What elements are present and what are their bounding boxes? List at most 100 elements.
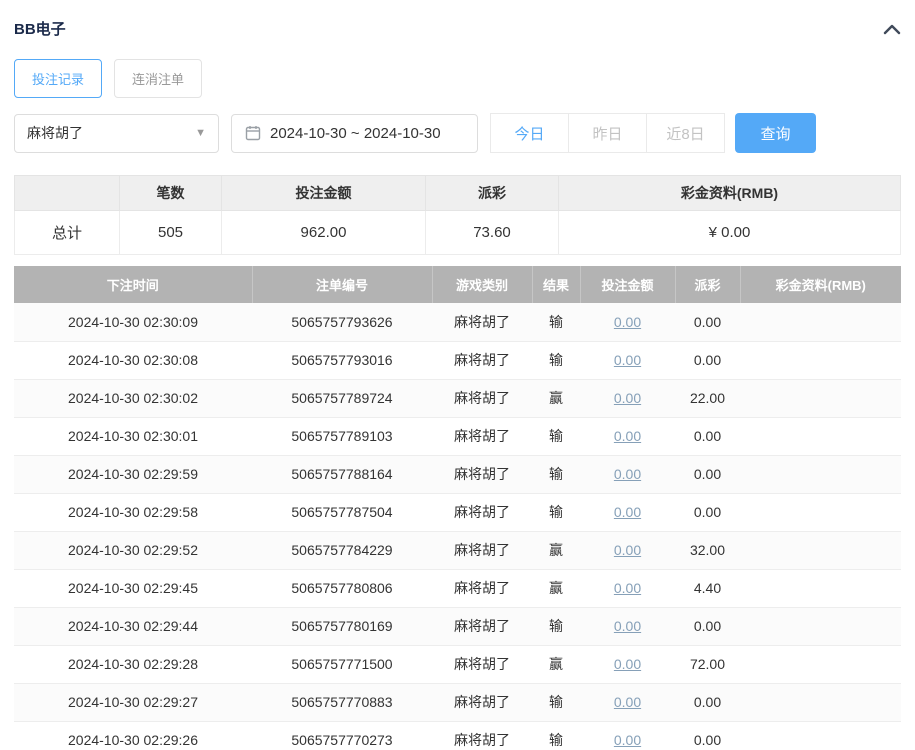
result-cell: 输 [532,607,580,646]
header-bet-amount: 投注金额 [580,266,676,303]
game-select-value: 麻将胡了 [27,125,83,141]
summary-total-bet-amount: 962.00 [221,210,426,255]
result-cell: 输 [532,455,580,494]
bet-amount-link[interactable]: 0.00 [614,542,641,558]
bet-amount-cell: 0.00 [580,417,675,456]
tab-chain-cancel-orders[interactable]: 连消注单 [114,59,203,98]
bonus-cell [740,531,901,570]
bonus-cell [740,645,901,684]
game-type-cell: 麻将胡了 [432,645,532,684]
order-id-cell: 5065757793016 [252,341,432,380]
table-row: 2024-10-30 02:29:58 5065757787504 麻将胡了输 0.0… [14,493,901,532]
bet-amount-cell: 0.00 [580,303,675,342]
summary-total-count: 505 [119,210,222,255]
table-row: 2024-10-30 02:29:28 5065757771500 麻将胡了赢 0.0… [14,645,901,684]
header-result: 结果 [532,266,581,303]
records-header-row: 下注时间 注单编号 游戏类别 结果 投注金额 派彩 彩金资料(RMB) [14,266,901,303]
result-cell: 输 [532,341,580,380]
result-cell: 赢 [532,531,580,570]
bet-time-cell: 2024-10-30 02:29:52 [14,531,252,570]
bet-amount-cell: 0.00 [580,455,675,494]
table-row: 2024-10-30 02:29:27 5065757770883 麻将胡了输 0.0… [14,683,901,722]
bet-time-cell: 2024-10-30 02:29:44 [14,607,252,646]
payout-cell: 22.00 [675,379,740,418]
payout-cell: 0.00 [675,341,740,380]
payout-cell: 0.00 [675,721,740,750]
table-row: 2024-10-30 02:30:02 5065757789724 麻将胡了赢 0.0… [14,379,901,418]
records-table: 下注时间 注单编号 游戏类别 结果 投注金额 派彩 彩金资料(RMB) 2024… [14,266,901,750]
table-row: 2024-10-30 02:29:44 5065757780169 麻将胡了输 0.0… [14,607,901,646]
calendar-icon [245,125,261,141]
bonus-cell [740,569,901,608]
summary-header-empty [14,175,120,211]
bet-amount-cell: 0.00 [580,607,675,646]
payout-cell: 72.00 [675,645,740,684]
bet-amount-link[interactable]: 0.00 [614,352,641,368]
result-cell: 赢 [532,645,580,684]
game-type-cell: 麻将胡了 [432,683,532,722]
bet-amount-link[interactable]: 0.00 [614,656,641,672]
bet-amount-cell: 0.00 [580,341,675,380]
bet-amount-link[interactable]: 0.00 [614,428,641,444]
bonus-cell [740,417,901,456]
game-type-cell: 麻将胡了 [432,455,532,494]
order-id-cell: 5065757787504 [252,493,432,532]
bet-time-cell: 2024-10-30 02:29:28 [14,645,252,684]
summary-table: 笔数 投注金额 派彩 彩金资料(RMB) 总计 505 962.00 73.60… [14,175,901,255]
payout-cell: 32.00 [675,531,740,570]
today-button[interactable]: 今日 [490,113,569,153]
tab-bet-records[interactable]: 投注记录 [14,59,103,98]
summary-total-bonus: ¥ 0.00 [558,210,901,255]
page-title: BB电子 [14,21,66,38]
summary-header-count: 笔数 [119,175,222,211]
last-8-days-button[interactable]: 近8日 [646,113,725,153]
summary-header-row: 笔数 投注金额 派彩 彩金资料(RMB) [14,175,901,211]
bet-amount-cell: 0.00 [580,379,675,418]
game-type-cell: 麻将胡了 [432,569,532,608]
table-row: 2024-10-30 02:29:59 5065757788164 麻将胡了输 0.0… [14,455,901,494]
bet-amount-link[interactable]: 0.00 [614,618,641,634]
yesterday-button[interactable]: 昨日 [568,113,647,153]
bet-time-cell: 2024-10-30 02:29:58 [14,493,252,532]
filter-bar: 麻将胡了 ▼ 2024-10-30 ~ 2024-10-30 今日 昨日 近8日… [14,113,901,153]
order-id-cell: 5065757788164 [252,455,432,494]
payout-cell: 4.40 [675,569,740,608]
result-cell: 输 [532,493,580,532]
bet-amount-link[interactable]: 0.00 [614,580,641,596]
bet-amount-link[interactable]: 0.00 [614,504,641,520]
payout-cell: 0.00 [675,455,740,494]
header-bet-time: 下注时间 [14,266,253,303]
bet-amount-link[interactable]: 0.00 [614,466,641,482]
table-row: 2024-10-30 02:29:45 5065757780806 麻将胡了赢 0.0… [14,569,901,608]
header-bonus: 彩金资料(RMB) [740,266,901,303]
game-type-cell: 麻将胡了 [432,303,532,342]
result-cell: 输 [532,721,580,750]
bet-time-cell: 2024-10-30 02:29:45 [14,569,252,608]
bet-amount-link[interactable]: 0.00 [614,314,641,330]
summary-total-row: 总计 505 962.00 73.60 ¥ 0.00 [14,210,901,255]
collapse-panel-button[interactable] [883,23,901,35]
bet-amount-link[interactable]: 0.00 [614,390,641,406]
result-cell: 输 [532,303,580,342]
bet-amount-link[interactable]: 0.00 [614,732,641,748]
bet-records-panel: BB电子 投注记录 连消注单 麻将胡了 ▼ 2024-10-30 ~ 2024-… [0,0,915,750]
table-row: 2024-10-30 02:30:09 5065757793626 麻将胡了输 0.0… [14,303,901,342]
date-range-picker[interactable]: 2024-10-30 ~ 2024-10-30 [231,113,478,153]
game-type-cell: 麻将胡了 [432,607,532,646]
game-type-cell: 麻将胡了 [432,531,532,570]
table-row: 2024-10-30 02:30:01 5065757789103 麻将胡了输 0.0… [14,417,901,456]
record-tabs: 投注记录 连消注单 [14,59,901,98]
summary-header-payout: 派彩 [425,175,559,211]
panel-header: BB电子 [14,18,901,39]
payout-cell: 0.00 [675,303,740,342]
game-type-cell: 麻将胡了 [432,341,532,380]
payout-cell: 0.00 [675,417,740,456]
order-id-cell: 5065757793626 [252,303,432,342]
search-button[interactable]: 查询 [735,113,816,153]
bonus-cell [740,493,901,532]
bet-amount-cell: 0.00 [580,683,675,722]
bet-time-cell: 2024-10-30 02:30:08 [14,341,252,380]
bet-amount-link[interactable]: 0.00 [614,694,641,710]
game-select[interactable]: 麻将胡了 ▼ [14,113,219,153]
table-row: 2024-10-30 02:29:26 5065757770273 麻将胡了输 0.0… [14,721,901,750]
